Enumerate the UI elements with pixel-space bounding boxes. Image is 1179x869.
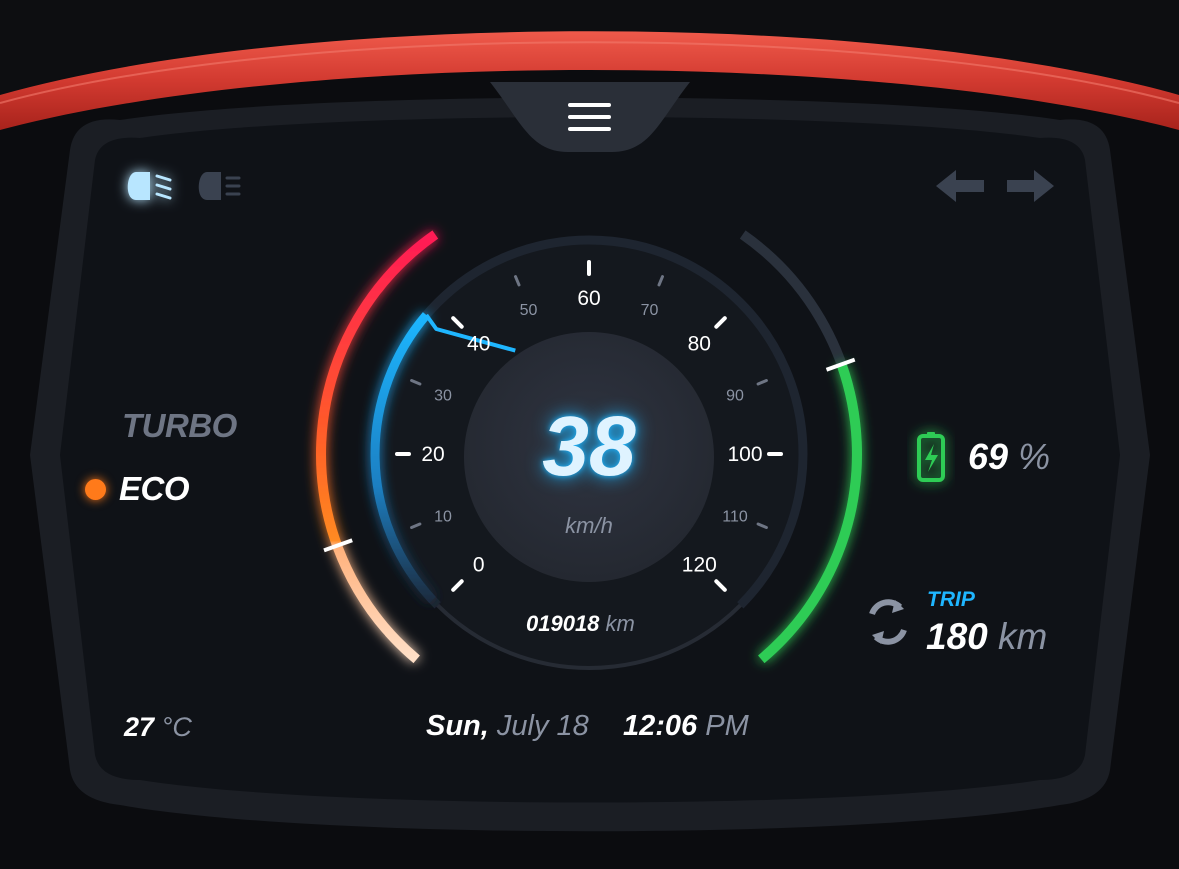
date-value: July 18 bbox=[496, 710, 589, 742]
date-readout: Sun, July 18 bbox=[426, 710, 589, 743]
odometer: 019018 km bbox=[526, 611, 635, 637]
tick-label-0: 0 bbox=[473, 553, 485, 576]
odometer-unit: km bbox=[605, 611, 635, 636]
tick-label-100: 100 bbox=[727, 443, 762, 466]
odometer-value: 019018 bbox=[526, 611, 600, 636]
trip-unit: km bbox=[998, 616, 1048, 657]
tick-label-90: 90 bbox=[726, 388, 744, 405]
tick-label-120: 120 bbox=[682, 553, 717, 576]
tick-label-60: 60 bbox=[577, 287, 600, 310]
tick-label-70: 70 bbox=[641, 302, 659, 319]
time-readout: 12:06 PM bbox=[623, 710, 749, 743]
tick-label-80: 80 bbox=[688, 333, 711, 356]
temperature-unit: °C bbox=[161, 712, 192, 742]
tick-label-20: 20 bbox=[421, 443, 444, 466]
battery-unit: % bbox=[1018, 436, 1051, 477]
temperature-value: 27 bbox=[124, 712, 155, 742]
battery-readout: 69 % bbox=[968, 436, 1050, 478]
temperature-readout: 27 °C bbox=[124, 712, 192, 743]
trip-readout: 180 km bbox=[926, 616, 1047, 658]
trip-value: 180 bbox=[926, 616, 988, 657]
mode-eco[interactable]: ECO bbox=[119, 470, 190, 508]
tick-label-10: 10 bbox=[434, 509, 452, 526]
tick-label-30: 30 bbox=[434, 388, 452, 405]
speed-unit: km/h bbox=[565, 513, 613, 538]
time-period: PM bbox=[705, 710, 749, 742]
tick-label-50: 50 bbox=[520, 302, 538, 319]
date-day: Sun, bbox=[426, 710, 489, 742]
trip-label: TRIP bbox=[927, 588, 975, 611]
tick-label-40: 40 bbox=[467, 333, 490, 356]
battery-value: 69 bbox=[968, 436, 1009, 477]
time-value: 12:06 bbox=[623, 710, 698, 742]
mode-turbo[interactable]: TURBO bbox=[122, 407, 237, 445]
speed-readout: 38 bbox=[542, 399, 636, 493]
eco-mode-indicator bbox=[85, 479, 106, 500]
tick-label-110: 110 bbox=[722, 509, 748, 526]
